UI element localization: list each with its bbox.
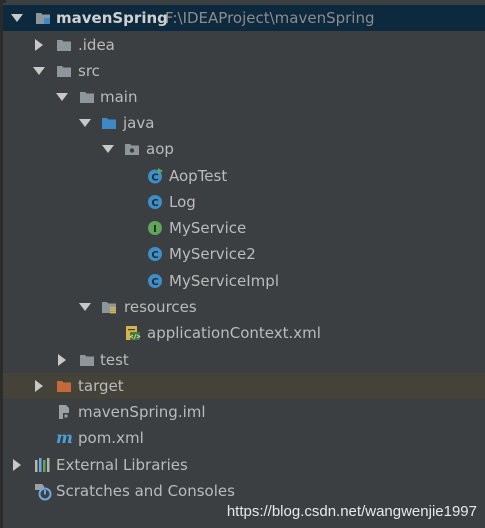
svg-text:I: I [153, 224, 157, 235]
folder-icon [79, 89, 95, 105]
tree-item-iml[interactable]: mavenSpring.iml [3, 399, 485, 425]
svg-text:</>: </> [130, 334, 141, 341]
folder-icon [56, 63, 72, 79]
svg-text:C: C [151, 250, 158, 261]
folder-icon [79, 352, 95, 368]
chevron-right-icon[interactable] [55, 347, 69, 373]
svg-text:C: C [151, 277, 158, 288]
top-corner-mark [0, 0, 6, 3]
tree-item-resources[interactable]: resources [3, 294, 485, 320]
libraries-icon [34, 457, 50, 473]
tree-item-src[interactable]: src [3, 58, 485, 84]
tree-item-label: Scratches and Consoles [56, 482, 235, 500]
tree-item-idea[interactable]: .idea [3, 32, 485, 58]
tree-item-target[interactable]: target [3, 373, 485, 399]
class-icon: C [147, 194, 163, 210]
tree-item-scratches[interactable]: Scratches and Consoles [3, 478, 485, 504]
module-file-icon [56, 404, 72, 420]
tree-item-label: target [78, 377, 124, 395]
tree-item-label: aop [146, 140, 174, 158]
excluded-folder-icon [56, 378, 72, 394]
chevron-down-icon[interactable] [55, 84, 69, 110]
tree-item-myservice2[interactable]: C MyService2 [3, 241, 485, 267]
class-icon: C [147, 273, 163, 289]
tree-item-label: applicationContext.xml [147, 324, 321, 342]
tree-item-applicationcontext[interactable]: </> applicationContext.xml [3, 320, 485, 346]
project-folder-icon [35, 10, 51, 26]
spring-xml-icon: </> [125, 325, 141, 341]
tree-item-label: .idea [78, 36, 115, 54]
watermark-url: https://blog.csdn.net/wangwenjie1997 [226, 503, 477, 520]
chevron-down-icon[interactable] [10, 5, 24, 31]
chevron-right-icon[interactable] [32, 32, 46, 58]
tree-item-myserviceimpl[interactable]: C MyServiceImpl [3, 268, 485, 294]
chevron-right-icon[interactable] [32, 373, 46, 399]
chevron-down-icon[interactable] [78, 110, 92, 136]
interface-icon: I [147, 220, 163, 236]
chevron-down-icon[interactable] [101, 136, 115, 162]
tree-item-pom[interactable]: m pom.xml [3, 425, 485, 451]
tree-item-java[interactable]: java [3, 110, 485, 136]
tree-item-label: pom.xml [78, 429, 144, 447]
svg-text:m: m [56, 430, 73, 446]
tree-item-label: MyService [169, 219, 247, 237]
runnable-class-icon: C [147, 168, 163, 184]
project-name: mavenSpring [56, 9, 168, 27]
tree-item-main[interactable]: main [3, 84, 485, 110]
tree-item-label: src [78, 62, 100, 80]
tree-item-label: Log [169, 193, 196, 211]
scratches-icon [34, 483, 52, 501]
chevron-right-icon[interactable] [10, 452, 24, 478]
tree-item-label: test [100, 351, 129, 369]
tree-item-label: resources [124, 298, 197, 316]
tree-item-myservice[interactable]: I MyService [3, 215, 485, 241]
tree-item-label: AopTest [169, 167, 228, 185]
package-icon [124, 141, 140, 157]
tree-item-project[interactable]: mavenSpring F:\IDEAProject\mavenSpring [3, 5, 485, 31]
class-icon: C [147, 246, 163, 262]
chevron-down-icon[interactable] [78, 294, 92, 320]
tree-item-label: MyServiceImpl [169, 272, 279, 290]
tree-item-label: MyService2 [169, 245, 256, 263]
tree-item-label: External Libraries [56, 456, 188, 474]
svg-text:C: C [151, 173, 158, 184]
svg-text:C: C [151, 198, 158, 209]
project-path: F:\IDEAProject\mavenSpring [165, 9, 375, 27]
resources-folder-icon [101, 299, 117, 315]
source-folder-icon [101, 115, 117, 131]
tree-item-aop[interactable]: aop [3, 136, 485, 162]
tree-item-label: main [100, 88, 138, 106]
tree-item-external-libraries[interactable]: External Libraries [3, 452, 485, 478]
folder-icon [56, 37, 72, 53]
chevron-down-icon[interactable] [32, 58, 46, 84]
tree-item-log[interactable]: C Log [3, 189, 485, 215]
maven-icon: m [56, 430, 73, 446]
tree-item-label: mavenSpring.iml [78, 403, 206, 421]
tree-item-test[interactable]: test [3, 347, 485, 373]
tree-item-aoptest[interactable]: C AopTest [3, 163, 485, 189]
tree-item-label: java [123, 114, 155, 132]
